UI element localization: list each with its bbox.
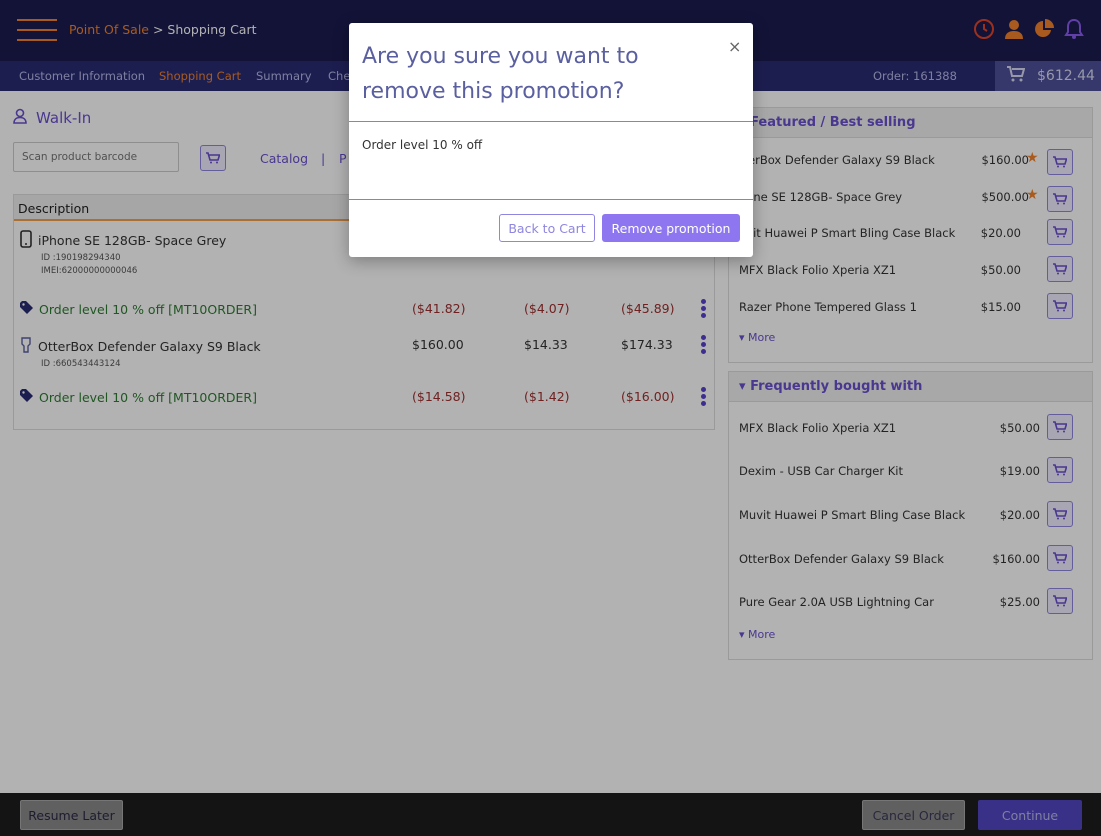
dialog-title: Are you sure you want to remove this pro… [362, 44, 639, 104]
dialog-divider [349, 121, 753, 122]
close-icon[interactable]: × [728, 37, 741, 56]
back-to-cart-button[interactable]: Back to Cart [499, 214, 595, 242]
remove-promotion-dialog: Are you sure you want to remove this pro… [349, 23, 753, 257]
dialog-body: Order level 10 % off [362, 138, 483, 152]
dialog-divider [349, 199, 753, 200]
remove-promotion-button[interactable]: Remove promotion [602, 214, 740, 242]
